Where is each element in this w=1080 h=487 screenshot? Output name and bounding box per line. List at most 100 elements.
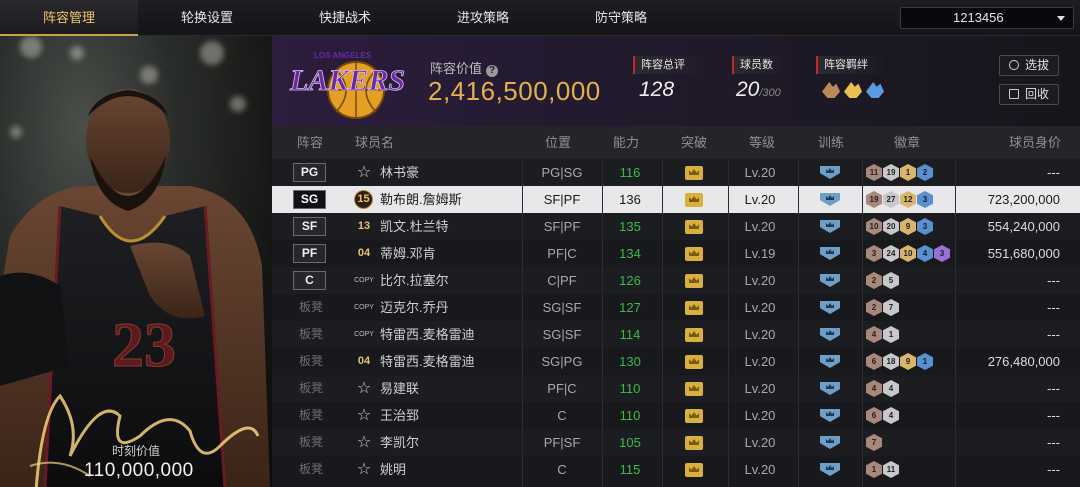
table-row[interactable]: PG ☆ 林书豪 PG|SG 116 Lv.20 11 19 1 2 --- [272,159,1080,186]
player-name: 迈克尔.乔丹 [380,300,449,315]
table-row[interactable]: 板凳 ☆ 王治郅 C 110 Lv.20 6 4 --- [272,402,1080,429]
badge-list[interactable]: 27 [866,299,899,317]
badge-hex-icon: 1 [900,164,916,181]
player-value: 551,680,000 [987,246,1060,261]
badge-list[interactable]: 1 11 [866,461,899,479]
badge-list[interactable]: 25 [866,272,899,290]
breakthrough-crown-icon[interactable] [685,328,703,342]
badge-list[interactable]: 6 18 9 1 [866,353,933,371]
breakthrough-crown-icon[interactable] [685,247,703,261]
table-row[interactable]: 板凳 ☆ 易建联 PF|C 110 Lv.20 4 4 --- [272,375,1080,402]
training-icon[interactable] [820,301,840,314]
recycle-button[interactable]: 回收 [999,84,1059,105]
breakthrough-crown-icon[interactable] [685,301,703,315]
training-icon[interactable] [820,274,840,287]
bond-gold-icon[interactable] [844,82,862,98]
header-badges[interactable]: 徽章 [894,126,920,159]
select-button[interactable]: 选拔 [999,55,1059,76]
badge-hex-icon: 7 [866,434,882,451]
table-row[interactable]: 板凳 04 特雷西.麦格雷迪 SG|PG 130 Lv.20 6 18 9 1 276,480,00… [272,348,1080,375]
star-icon: ☆ [356,461,372,478]
badge-list[interactable]: 11 19 1 2 [866,164,933,182]
player-value: --- [1047,327,1060,342]
badge-hex-icon: 27 [883,191,899,208]
breakthrough-crown-icon[interactable] [685,382,703,396]
breakthrough-crown-icon[interactable] [685,463,703,477]
player-position: SG|SF [542,327,582,342]
tab-rotation-settings[interactable]: 轮换设置 [138,0,276,36]
header-ability[interactable]: 能力 [613,126,639,159]
player-level: Lv.20 [744,327,776,342]
header-name[interactable]: 球员名 [355,126,394,159]
team-header: LAKERS LOS ANGELES 阵容价值? 2,416,500,000 阵… [272,36,1080,126]
badge-list[interactable]: 41 [866,326,899,344]
breakthrough-crown-icon[interactable] [685,436,703,450]
badge-hex-icon: 10 [900,245,916,262]
header-value[interactable]: 球员身价 [1009,126,1061,159]
badge-list[interactable]: 7 [866,434,882,452]
badge-hex-icon: 4 [883,407,899,424]
training-icon[interactable] [820,382,840,395]
tab-lineup-management[interactable]: 阵容管理 [0,0,138,36]
breakthrough-crown-icon[interactable] [685,166,703,180]
jersey-number: 23 [112,309,176,380]
header-lineup[interactable]: 阵容 [297,126,323,159]
badge-hex-icon: 4 [883,380,899,397]
training-icon[interactable] [820,220,840,233]
table-row[interactable]: C COPY 比尔.拉塞尔 C|PF 126 Lv.20 2 5 --- [272,267,1080,294]
badge-list[interactable]: 64 [866,407,899,425]
player-value: --- [1047,408,1060,423]
badge-list[interactable]: 44 [866,380,899,398]
bond-bronze-icon[interactable] [822,82,840,98]
badge-list[interactable]: 19 27 12 3 [866,191,933,209]
breakthrough-crown-icon[interactable] [685,355,703,369]
lineup-slot: SF [293,217,326,236]
logo-text: LAKERS [289,64,405,97]
select-button-label: 选拔 [1024,58,1049,72]
training-icon[interactable] [820,247,840,260]
training-icon[interactable] [820,328,840,341]
breakthrough-crown-icon[interactable] [685,193,703,207]
badge-hex-icon: 2 [917,164,933,181]
account-select[interactable]: 1213456 [900,7,1074,29]
header-level[interactable]: 等级 [749,126,775,159]
badge-list[interactable]: 3 24 10 4 3 [866,245,950,263]
table-row[interactable]: 板凳 COPY 特雷西.麦格雷迪 SG|SF 114 Lv.20 4 1 --- [272,321,1080,348]
training-icon[interactable] [820,409,840,422]
tab-defense-strategy[interactable]: 防守策略 [552,0,690,36]
table-row[interactable]: 板凳 COPY 迈克尔.乔丹 SG|SF 127 Lv.20 2 7 --- [272,294,1080,321]
table-row[interactable]: PF 04 蒂姆.邓肯 PF|C 134 Lv.19 3 24 10 4 3 551,680,000 [272,240,1080,267]
lakers-logo: LAKERS LOS ANGELES [289,51,405,119]
training-icon[interactable] [820,193,840,206]
table-row[interactable]: 板凳 ☆ 姚明 C 115 Lv.20 1 11 --- [272,456,1080,483]
table-row[interactable]: SF 13 凯文.杜兰特 SF|PF 135 Lv.20 10 20 9 3 554,240,000 [272,213,1080,240]
bond-blue-icon[interactable] [866,82,884,98]
training-icon[interactable] [820,463,840,476]
training-icon[interactable] [820,355,840,368]
lineup-bond-icons[interactable] [822,82,884,98]
badge-hex-icon: 10 [866,218,882,235]
badge-list[interactable]: 10 20 9 3 [866,218,933,236]
star-icon: ☆ [356,380,372,397]
table-row[interactable]: 板凳 ☆ 李凯尔 PF|SF 105 Lv.20 7 --- [272,429,1080,456]
table-row[interactable]: SG 15 勒布朗.詹姆斯 SF|PF 136 Lv.20 19 27 12 3 723,200,0… [272,186,1080,213]
player-name: 李凯尔 [380,435,420,450]
player-card[interactable]: 23 时刻价值 110,000,000 [0,36,272,487]
breakthrough-crown-icon[interactable] [685,274,703,288]
player-position: C [557,408,567,423]
player-name: 林书豪 [380,165,420,180]
tab-quick-tactics[interactable]: 快捷战术 [276,0,414,36]
breakthrough-crown-icon[interactable] [685,409,703,423]
tab-offense-strategy[interactable]: 进攻策略 [414,0,552,36]
header-training[interactable]: 训练 [818,126,844,159]
player-position: PF|C [547,381,577,396]
training-icon[interactable] [820,436,840,449]
header-breakthrough[interactable]: 突破 [681,126,707,159]
header-position[interactable]: 位置 [545,126,571,159]
bench-label: 板凳 [299,381,324,395]
breakthrough-crown-icon[interactable] [685,220,703,234]
player-ability: 127 [619,300,641,315]
training-icon[interactable] [820,166,840,179]
player-level: Lv.20 [744,435,776,450]
player-position: C [557,462,567,477]
